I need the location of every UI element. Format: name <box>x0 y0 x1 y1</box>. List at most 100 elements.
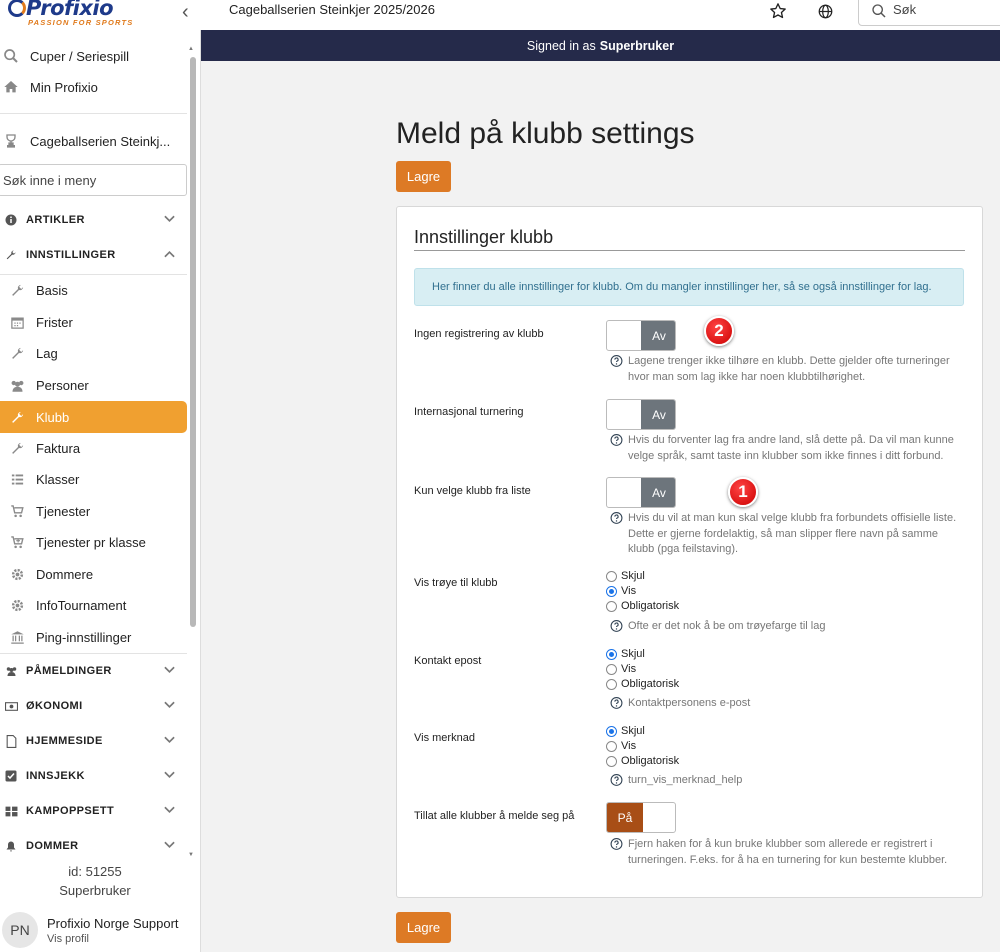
toggle-ingen-registrering[interactable]: Av <box>606 320 676 351</box>
help-icon <box>610 697 623 709</box>
sidebar-item-tjenester-pr-klasse[interactable]: Tjenester pr klasse <box>0 527 187 557</box>
help-text-content: Lagene trenger ikke tilhøre en klubb. De… <box>628 355 950 383</box>
toggle-state: På <box>607 803 643 832</box>
help-icon <box>610 620 623 632</box>
profixio-logo[interactable]: Profixio PASSION FOR SPORTS <box>4 0 154 27</box>
sidebar-item-label: Faktura <box>36 440 81 456</box>
radio-button[interactable] <box>606 648 617 660</box>
toggle-kun-velge-fra-liste[interactable]: Av <box>606 477 676 508</box>
help-text: Hvis du vil at man kun skal velge klubb … <box>606 511 966 558</box>
global-search-input[interactable] <box>893 2 993 17</box>
sidebar-scrollbar[interactable]: ▲ ▼ <box>188 30 198 860</box>
cart-plus-icon <box>8 535 26 550</box>
grid-icon <box>4 806 18 817</box>
help-icon <box>610 838 623 850</box>
help-text-content: turn_vis_merknad_help <box>628 774 743 786</box>
save-button-bottom[interactable]: Lagre <box>396 912 451 943</box>
sidebar-item-cuper[interactable]: Cuper / Seriespill <box>2 42 189 70</box>
chevron-down-icon <box>164 665 175 677</box>
section-okonomi[interactable]: ØKONOMI <box>4 691 187 721</box>
sidebar-item-personer[interactable]: Personer <box>0 370 187 400</box>
sidebar-item-frister[interactable]: Frister <box>0 307 187 337</box>
sidebar-item-klasser[interactable]: Klasser <box>0 464 187 494</box>
view-profile-link[interactable]: Vis profil <box>47 933 89 945</box>
annotation-badge-1: 1 <box>728 477 758 507</box>
signed-in-user: Superbruker <box>599 38 675 53</box>
section-artikler[interactable]: ARTIKLER <box>4 205 187 235</box>
radio-button[interactable] <box>606 585 617 597</box>
radio-button[interactable] <box>606 755 617 767</box>
top-bar: Profixio PASSION FOR SPORTS ‹ Cageballse… <box>0 0 1000 30</box>
section-label: INNSTILLINGER <box>26 249 116 261</box>
radio-merknad-vis[interactable]: Vis <box>606 740 636 752</box>
radio-button[interactable] <box>606 570 617 582</box>
section-hjemmeside[interactable]: HJEMMESIDE <box>4 726 187 756</box>
sidebar-item-lag[interactable]: Lag <box>0 338 187 368</box>
radio-troye-skjul[interactable]: Skjul <box>606 570 645 582</box>
help-icon <box>610 774 623 786</box>
star-icon[interactable] <box>766 0 790 22</box>
section-dommer[interactable]: DOMMER <box>4 831 187 861</box>
sidebar-item-min-profixio[interactable]: Min Profixio <box>2 73 189 101</box>
chevron-down-icon <box>164 840 175 852</box>
radio-merknad-skjul[interactable]: Skjul <box>606 725 645 737</box>
info-icon <box>4 214 18 226</box>
sidebar-item-label: Tjenester <box>36 503 91 519</box>
sidebar-item-ping-innstillinger[interactable]: Ping-innstillinger <box>0 622 187 652</box>
chevron-down-icon <box>164 805 175 817</box>
radio-button[interactable] <box>606 600 617 612</box>
radio-merknad-obligatorisk[interactable]: Obligatorisk <box>606 755 679 767</box>
users-icon <box>8 378 26 393</box>
radio-button[interactable] <box>606 725 617 737</box>
help-icon <box>610 434 623 446</box>
section-innsjekk[interactable]: INNSJEKK <box>4 761 187 791</box>
settings-card: Innstillinger klubb Her finner du alle i… <box>396 206 983 898</box>
avatar[interactable]: PN <box>2 912 38 948</box>
help-text-content: Hvis du vil at man kun skal velge klubb … <box>628 512 957 555</box>
radio-button[interactable] <box>606 740 617 752</box>
save-button-top[interactable]: Lagre <box>396 161 451 192</box>
sidebar-item-label: Basis <box>36 282 68 298</box>
radio-button[interactable] <box>606 678 617 690</box>
menu-search-input[interactable] <box>0 165 186 195</box>
scroll-down-arrow-icon[interactable]: ▼ <box>188 852 194 858</box>
sidebar-item-dommere[interactable]: Dommere <box>0 559 187 589</box>
setting-label: Kontakt epost <box>414 655 482 667</box>
profile-name: Profixio Norge Support <box>47 916 179 931</box>
sidebar-item-tjenester[interactable]: Tjenester <box>0 496 187 526</box>
logo-mark-icon <box>8 0 26 17</box>
section-pameldinger[interactable]: PÅMELDINGER <box>4 656 187 686</box>
wrench-icon <box>4 249 18 261</box>
scroll-up-arrow-icon[interactable]: ▲ <box>188 46 194 52</box>
toggle-state: Av <box>641 321 675 350</box>
radio-troye-obligatorisk[interactable]: Obligatorisk <box>606 600 679 612</box>
sidebar-item-label: Klasser <box>36 471 80 487</box>
gear-icon <box>8 567 26 582</box>
chevron-down-icon <box>164 770 175 782</box>
radio-button[interactable] <box>606 663 617 675</box>
sidebar-item-infotournament[interactable]: InfoTournament <box>0 590 187 620</box>
toggle-internasjonal-turnering[interactable]: Av <box>606 399 676 430</box>
radio-epost-obligatorisk[interactable]: Obligatorisk <box>606 678 679 690</box>
back-chevron-icon[interactable]: ‹ <box>182 1 189 24</box>
radio-epost-vis[interactable]: Vis <box>606 663 636 675</box>
menu-search[interactable] <box>0 164 187 196</box>
sidebar-item-basis[interactable]: Basis <box>0 275 187 305</box>
search-icon <box>2 48 20 64</box>
section-innstillinger[interactable]: INNSTILLINGER <box>4 240 187 270</box>
section-kampoppsett[interactable]: KAMPOPPSETT <box>4 796 187 826</box>
help-text-content: Hvis du forventer lag fra andre land, sl… <box>628 434 954 462</box>
sidebar-divider <box>0 653 187 654</box>
sidebar-item-label: Cuper / Seriespill <box>30 48 129 64</box>
section-label: DOMMER <box>26 840 79 852</box>
chevron-down-icon <box>164 214 175 226</box>
sidebar-item-tournament[interactable]: Cageballserien Steinkj... <box>2 127 189 155</box>
sidebar-item-klubb[interactable]: Klubb <box>0 401 187 433</box>
scrollbar-thumb[interactable] <box>190 57 196 627</box>
radio-epost-skjul[interactable]: Skjul <box>606 648 645 660</box>
toggle-tillat-alle-klubber[interactable]: På <box>606 802 676 833</box>
radio-troye-vis[interactable]: Vis <box>606 585 636 597</box>
sidebar-item-faktura[interactable]: Faktura <box>0 433 187 463</box>
globe-icon[interactable] <box>813 0 837 22</box>
global-search[interactable] <box>858 0 1000 26</box>
